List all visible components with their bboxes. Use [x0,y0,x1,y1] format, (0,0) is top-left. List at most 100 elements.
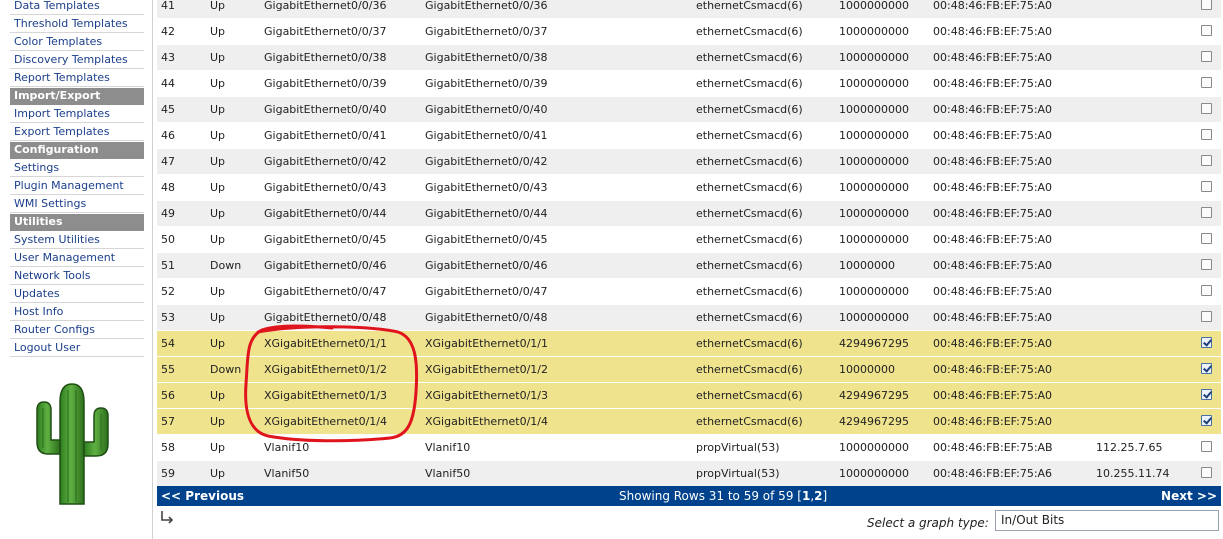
row-checkbox[interactable] [1201,233,1212,244]
row-checkbox[interactable] [1201,467,1212,478]
speed-cell: 1000000000 [839,285,909,298]
mac-address-cell: 00:48:46:FB:EF:75:A0 [933,0,1053,12]
table-row[interactable]: 48 Up GigabitEthernet0/0/43 GigabitEthernet… [157,175,1221,201]
row-checkbox[interactable] [1201,103,1212,114]
interface-name-cell: XGigabitEthernet0/1/4 [264,415,387,428]
interface-desc-cell: GigabitEthernet0/0/47 [425,285,548,298]
row-checkbox[interactable] [1201,181,1212,192]
row-index: 41 [161,0,175,12]
speed-cell: 1000000000 [839,207,909,220]
table-row[interactable]: 51 Down GigabitEthernet0/0/46 GigabitEthern… [157,253,1221,279]
row-checkbox[interactable] [1201,311,1212,322]
row-checkbox[interactable] [1201,441,1212,452]
mac-address-cell: 00:48:46:FB:EF:75:A0 [933,415,1053,428]
mac-address-cell: 00:48:46:FB:EF:75:A0 [933,285,1053,298]
table-row[interactable]: 42 Up GigabitEthernet0/0/37 GigabitEthernet… [157,19,1221,45]
table-row[interactable]: 57 Up XGigabitEthernet0/1/4 XGigabitEtherne… [157,409,1221,435]
next-page-link[interactable]: Next >> [1161,486,1217,506]
sidebar-item[interactable]: Network Tools [10,268,144,285]
table-row[interactable]: 41 Up GigabitEthernet0/0/36 GigabitEthernet… [157,0,1221,19]
sidebar-item[interactable]: Updates [10,286,144,303]
interface-name-cell: GigabitEthernet0/0/39 [264,77,387,90]
speed-cell: 1000000000 [839,103,909,116]
interface-desc-cell: GigabitEthernet0/0/44 [425,207,548,220]
mac-address-cell: 00:48:46:FB:EF:75:A0 [933,103,1053,116]
interface-type-cell: ethernetCsmacd(6) [696,311,803,324]
speed-cell: 1000000000 [839,25,909,38]
row-checkbox[interactable] [1201,285,1212,296]
row-index: 44 [161,77,175,90]
sidebar-item[interactable]: System Utilities [10,232,144,249]
interface-name-cell: Vlanif10 [264,441,310,454]
row-checkbox[interactable] [1201,25,1212,36]
rows-summary-end: ] [822,489,828,503]
sidebar-item[interactable]: Router Configs [10,322,144,339]
row-index: 53 [161,311,175,324]
interface-type-cell: ethernetCsmacd(6) [696,129,803,142]
sidebar-item[interactable]: WMI Settings [10,196,144,213]
table-row[interactable]: 52 Up GigabitEthernet0/0/47 GigabitEthernet… [157,279,1221,305]
mac-address-cell: 00:48:46:FB:EF:75:A6 [933,467,1053,480]
interface-name-cell: XGigabitEthernet0/1/1 [264,337,387,350]
status-cell: Up [210,233,226,246]
mac-address-cell: 00:48:46:FB:EF:75:A0 [933,155,1053,168]
table-row[interactable]: 53 Up GigabitEthernet0/0/48 GigabitEthernet… [157,305,1221,331]
table-row[interactable]: 59 Up Vlanif50 Vlanif50 propVirtual(53) 10000… [157,461,1221,487]
sidebar-item[interactable]: Host Info [10,304,144,321]
row-index: 42 [161,25,175,38]
previous-page-link[interactable]: << Previous [161,486,244,506]
row-checkbox[interactable] [1201,415,1212,426]
speed-cell: 4294967295 [839,389,909,402]
row-checkbox[interactable] [1201,389,1212,400]
table-row[interactable]: 49 Up GigabitEthernet0/0/44 GigabitEthernet… [157,201,1221,227]
sidebar-item[interactable]: Report Templates [10,70,144,87]
graph-type-label: Select a graph type: [867,516,989,530]
table-row[interactable]: 44 Up GigabitEthernet0/0/39 GigabitEthernet… [157,71,1221,97]
table-row[interactable]: 54 Up XGigabitEthernet0/1/1 XGigabitEtherne… [157,331,1221,357]
interface-type-cell: ethernetCsmacd(6) [696,25,803,38]
row-checkbox[interactable] [1201,207,1212,218]
row-checkbox[interactable] [1201,129,1212,140]
row-checkbox[interactable] [1201,77,1212,88]
status-cell: Up [210,25,226,38]
sidebar-item[interactable]: User Management [10,250,144,267]
interface-type-cell: ethernetCsmacd(6) [696,285,803,298]
interface-type-cell: ethernetCsmacd(6) [696,259,803,272]
row-checkbox[interactable] [1201,0,1212,10]
status-cell: Up [210,337,226,350]
sidebar-item[interactable]: Discovery Templates [10,52,144,69]
interface-desc-cell: GigabitEthernet0/0/37 [425,25,548,38]
table-row[interactable]: 58 Up Vlanif10 Vlanif10 propVirtual(53) 10000… [157,435,1221,461]
sidebar-section-header: Utilities [10,214,144,231]
row-checkbox[interactable] [1201,51,1212,62]
table-row[interactable]: 45 Up GigabitEthernet0/0/40 GigabitEthernet… [157,97,1221,123]
sidebar-item[interactable]: Import Templates [10,106,144,123]
table-row[interactable]: 47 Up GigabitEthernet0/0/42 GigabitEthernet… [157,149,1221,175]
status-cell: Up [210,77,226,90]
table-row[interactable]: 50 Up GigabitEthernet0/0/45 GigabitEthernet… [157,227,1221,253]
speed-cell: 1000000000 [839,181,909,194]
sidebar-item[interactable]: Threshold Templates [10,16,144,33]
sidebar-item[interactable]: Plugin Management [10,178,144,195]
row-checkbox[interactable] [1201,363,1212,374]
sidebar-item[interactable]: Settings [10,160,144,177]
table-row[interactable]: 56 Up XGigabitEthernet0/1/3 XGigabitEtherne… [157,383,1221,409]
interface-desc-cell: XGigabitEthernet0/1/2 [425,363,548,376]
sidebar-item[interactable]: Export Templates [10,124,144,141]
row-checkbox[interactable] [1201,259,1212,270]
sidebar-item[interactable]: Color Templates [10,34,144,51]
graph-type-select[interactable]: In/Out Bits [995,510,1219,531]
interface-desc-cell: Vlanif50 [425,467,471,480]
speed-cell: 10000000 [839,259,895,272]
sidebar-item[interactable]: Data Templates [10,0,144,15]
row-index: 43 [161,51,175,64]
table-row[interactable]: 46 Up GigabitEthernet0/0/41 GigabitEthernet… [157,123,1221,149]
row-checkbox[interactable] [1201,337,1212,348]
table-row[interactable]: 43 Up GigabitEthernet0/0/38 GigabitEthernet… [157,45,1221,71]
table-row[interactable]: 55 Down XGigabitEthernet0/1/2 XGigabitEther… [157,357,1221,383]
sidebar-item[interactable]: Logout User [10,340,144,357]
row-checkbox[interactable] [1201,155,1212,166]
page-link-2[interactable]: 2 [814,489,822,503]
speed-cell: 4294967295 [839,415,909,428]
status-cell: Up [210,103,226,116]
